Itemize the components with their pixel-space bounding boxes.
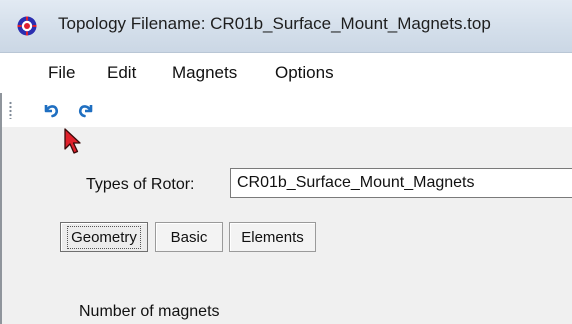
menu-options[interactable]: Options [275, 63, 334, 83]
redo-icon[interactable] [75, 99, 97, 121]
undo-icon[interactable] [40, 99, 62, 121]
tab-geometry[interactable]: Geometry [60, 222, 148, 252]
rotor-type-input[interactable] [230, 168, 572, 198]
toolbar [0, 93, 572, 127]
toolbar-grip[interactable] [9, 101, 12, 119]
application-window: Topology Filename: CR01b_Surface_Mount_M… [0, 0, 572, 324]
title-bar: Topology Filename: CR01b_Surface_Mount_M… [0, 0, 572, 53]
tab-basic[interactable]: Basic [155, 222, 223, 252]
number-of-magnets-label: Number of magnets [79, 303, 220, 320]
menu-magnets[interactable]: Magnets [172, 63, 237, 83]
tab-elements[interactable]: Elements [229, 222, 316, 252]
rotor-type-label: Types of Rotor: [86, 176, 195, 193]
menu-edit[interactable]: Edit [107, 63, 136, 83]
window-title: Topology Filename: CR01b_Surface_Mount_M… [58, 14, 491, 33]
window-left-border [0, 93, 2, 324]
tab-geometry-label: Geometry [67, 225, 141, 249]
mouse-cursor-icon [64, 128, 81, 154]
app-logo-icon[interactable] [17, 16, 37, 36]
menu-bar: File Edit Magnets Options [0, 53, 572, 93]
menu-file[interactable]: File [48, 63, 75, 83]
tab-elements-label: Elements [241, 228, 304, 246]
tab-basic-label: Basic [170, 228, 208, 246]
